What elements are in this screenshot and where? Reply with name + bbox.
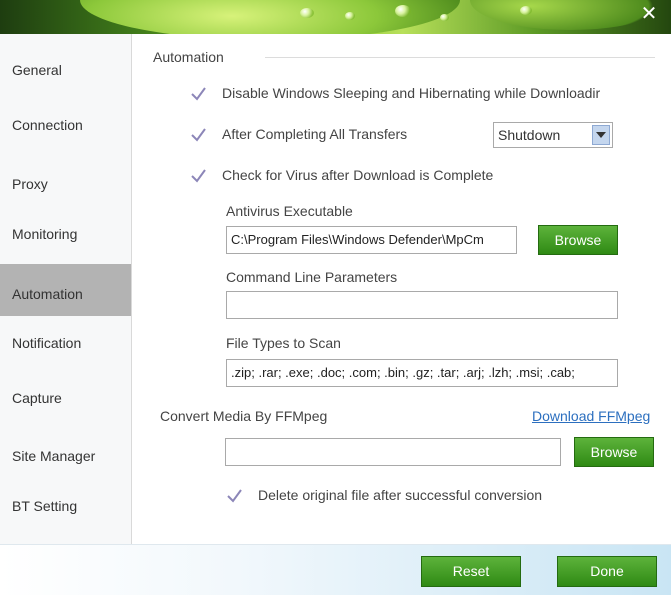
- water-drop-decoration: [520, 6, 532, 15]
- download-ffmpeg-link[interactable]: Download FFMpeg: [532, 408, 650, 424]
- dropdown-arrow-icon[interactable]: [592, 125, 610, 145]
- sidebar-item-connection[interactable]: Connection: [0, 117, 131, 143]
- sidebar-item-site-manager[interactable]: Site Manager: [0, 448, 131, 474]
- water-drop-decoration: [440, 14, 449, 21]
- close-icon: ✕: [640, 3, 658, 25]
- reset-button[interactable]: Reset: [421, 556, 521, 587]
- sidebar-item-label: General: [12, 62, 62, 78]
- antivirus-label: Antivirus Executable: [226, 203, 353, 219]
- sidebar-item-notification[interactable]: Notification: [0, 335, 131, 361]
- after-transfers-checkbox[interactable]: [190, 126, 207, 143]
- sidebar-item-label: Monitoring: [12, 226, 78, 242]
- section-divider: [265, 57, 655, 58]
- water-drop-decoration: [300, 8, 314, 18]
- settings-sidebar: General Connection Proxy Monitoring Auto…: [0, 34, 132, 544]
- checkmark-icon: [227, 489, 242, 503]
- after-transfers-label: After Completing All Transfers: [222, 126, 408, 142]
- cmd-params-label: Command Line Parameters: [226, 269, 398, 285]
- close-button[interactable]: ✕: [637, 2, 661, 26]
- sidebar-item-label: Automation: [12, 286, 83, 302]
- sidebar-item-general[interactable]: General: [0, 62, 131, 88]
- delete-original-checkbox[interactable]: [226, 487, 243, 504]
- section-title: Automation: [153, 49, 224, 65]
- antivirus-browse-button[interactable]: Browse: [538, 225, 618, 255]
- sidebar-item-proxy[interactable]: Proxy: [0, 176, 131, 202]
- done-button[interactable]: Done: [557, 556, 657, 587]
- sidebar-item-label: Proxy: [12, 176, 48, 192]
- delete-original-label: Delete original file after successful co…: [258, 487, 543, 503]
- sidebar-item-label: Connection: [12, 117, 83, 133]
- checkmark-icon: [191, 128, 206, 142]
- after-transfers-action-select[interactable]: Shutdown: [493, 122, 613, 148]
- file-types-input[interactable]: .zip; .rar; .exe; .doc; .com; .bin; .gz;…: [226, 359, 618, 387]
- sidebar-item-label: Notification: [12, 335, 82, 351]
- virus-check-checkbox[interactable]: [190, 167, 207, 184]
- sidebar-item-automation[interactable]: Automation: [0, 264, 131, 316]
- sidebar-item-label: BT Setting: [12, 498, 78, 514]
- file-types-label: File Types to Scan: [226, 335, 341, 351]
- ffmpeg-path-input[interactable]: [225, 438, 561, 466]
- disable-sleep-checkbox[interactable]: [190, 85, 207, 102]
- select-value: Shutdown: [498, 127, 561, 143]
- water-drop-decoration: [345, 12, 355, 20]
- checkmark-icon: [191, 87, 206, 101]
- sidebar-item-label: Site Manager: [12, 448, 96, 464]
- sidebar-item-capture[interactable]: Capture: [0, 390, 131, 416]
- sidebar-item-bt-setting[interactable]: BT Setting: [0, 498, 131, 524]
- virus-check-label: Check for Virus after Download is Comple…: [222, 167, 494, 183]
- header-banner: ✕: [0, 0, 671, 34]
- antivirus-path-input[interactable]: C:\Program Files\Windows Defender\MpCm: [226, 226, 517, 254]
- sidebar-item-label: Capture: [12, 390, 62, 406]
- ffmpeg-label: Convert Media By FFMpeg: [160, 408, 328, 424]
- sidebar-item-monitoring[interactable]: Monitoring: [0, 226, 131, 252]
- checkmark-icon: [191, 169, 206, 183]
- cmd-params-input[interactable]: [226, 291, 618, 319]
- disable-sleep-label: Disable Windows Sleeping and Hibernating…: [222, 85, 601, 101]
- water-drop-decoration: [395, 5, 411, 17]
- ffmpeg-browse-button[interactable]: Browse: [574, 437, 654, 467]
